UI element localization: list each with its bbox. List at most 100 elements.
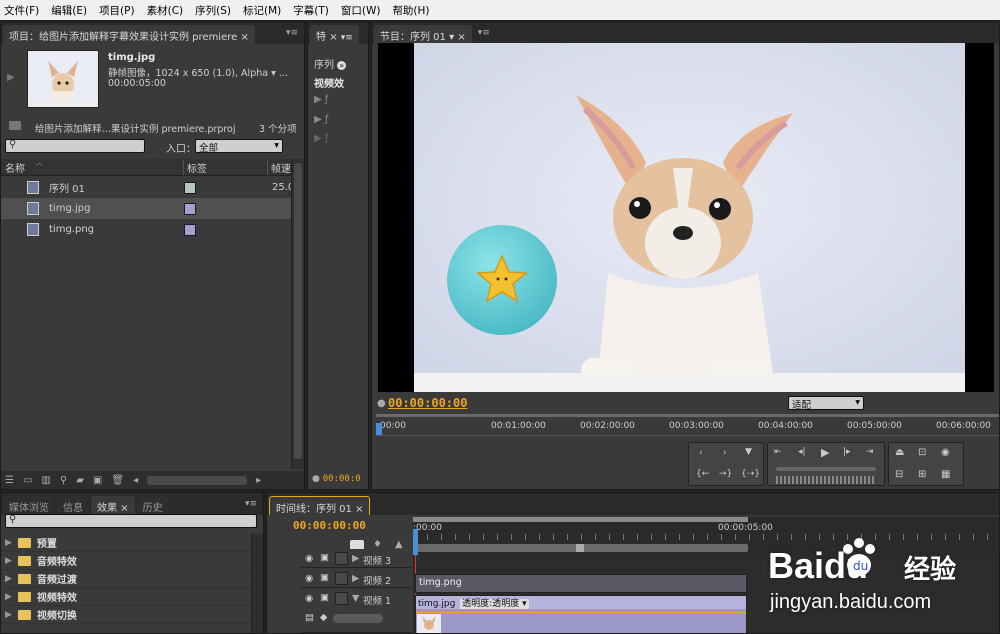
track-target[interactable] (335, 552, 348, 565)
close-icon[interactable]: × (329, 32, 337, 43)
tab-effect-controls[interactable]: 特 × ▾≡ (310, 25, 359, 44)
column-fps[interactable]: 帧速 (267, 159, 291, 175)
clip-v2[interactable]: timg.png (415, 574, 747, 593)
step-forward-marker-icon[interactable]: › (723, 448, 727, 458)
panel-menu-icon[interactable]: ▾≡ (341, 33, 353, 43)
track-target[interactable] (335, 592, 348, 605)
new-item-icon[interactable]: ▣ (93, 475, 102, 486)
expand-arrow-icon[interactable]: ▶ (352, 553, 359, 564)
new-bin-icon[interactable]: ▰ (76, 475, 84, 486)
timeline-timecode[interactable]: 00:00:00:00 (293, 519, 366, 532)
tab-timeline[interactable]: 时间线：序列 01 × (269, 496, 371, 515)
menu-item-1[interactable]: 编辑(E) (51, 3, 87, 18)
close-icon[interactable]: × (355, 504, 363, 515)
step-back-marker-icon[interactable]: ‹ (699, 448, 703, 458)
trash-icon[interactable]: 🗑 (111, 475, 124, 486)
zoom-bar[interactable] (413, 544, 748, 552)
playhead-icon[interactable] (376, 423, 382, 435)
dropdown-arrow-icon[interactable]: ▾ (449, 32, 454, 43)
list-view-icon[interactable]: ☰ (5, 475, 14, 486)
track-target[interactable] (335, 572, 348, 585)
collapse-arrow-icon[interactable]: ▼ (352, 593, 359, 604)
menu-item-5[interactable]: 标记(M) (243, 3, 281, 18)
tab-effects-2[interactable]: 效果 × (91, 496, 135, 515)
step-back-icon[interactable]: ◂| (798, 447, 806, 457)
panel-menu-icon[interactable]: ▾≡ (286, 28, 298, 38)
effects-scrollbar[interactable] (251, 534, 263, 633)
dropdown-arrow-icon[interactable]: ▾ (271, 68, 276, 79)
play-icon[interactable]: ▶ (821, 446, 829, 459)
fit-select[interactable]: 适配 ▾ (788, 396, 864, 411)
effects-folder[interactable]: ▶ 视频切换 (1, 606, 249, 624)
tab-effects-3[interactable]: 历史 (136, 496, 169, 515)
lock-icon[interactable]: ▣ (320, 552, 329, 563)
panel-menu-icon[interactable]: ▾≡ (478, 28, 490, 38)
keyframe-nav-bar[interactable] (333, 614, 383, 623)
automate-icon[interactable]: ▥ (41, 475, 50, 486)
go-to-out-icon[interactable]: ⇥ (866, 447, 874, 457)
eye-icon[interactable]: ◉ (305, 553, 313, 564)
menu-item-3[interactable]: 素材(C) (147, 3, 184, 18)
close-icon[interactable]: × (457, 32, 465, 43)
tab-program[interactable]: 节目：序列 01 ▾ × (374, 25, 472, 44)
zoom-handle[interactable] (576, 544, 584, 552)
shuttle-slider[interactable] (776, 467, 876, 471)
track-header[interactable]: ◉ ▣ ▶ 视频 2 (301, 569, 411, 588)
column-label[interactable]: 标签 (183, 159, 207, 175)
horizontal-scrollbar[interactable] (147, 475, 248, 485)
lift-icon[interactable]: ⏏ (895, 447, 904, 458)
label-swatch[interactable] (184, 223, 196, 236)
menu-item-2[interactable]: 项目(P) (99, 3, 135, 18)
close-icon[interactable]: × (120, 503, 128, 514)
mark-clip-icon[interactable]: {⇢} (741, 469, 760, 479)
keyframe-nav-icon[interactable]: ◆ (320, 612, 327, 623)
clip-fx-dropdown[interactable]: 透明度:透明度 ▾ (460, 599, 529, 609)
mark-in-icon[interactable]: {← (696, 469, 709, 479)
output-icon[interactable]: ◉ (941, 447, 950, 458)
label-swatch[interactable] (184, 181, 196, 194)
lock-icon[interactable]: ▣ (320, 592, 329, 603)
tab-project[interactable]: 项目：给图片添加解释字幕效果设计实例 premiere × (3, 25, 255, 44)
expand-arrow-icon[interactable]: ▶ (352, 573, 359, 584)
icon-view-icon[interactable]: ▭ (23, 475, 32, 486)
tab-effects-0[interactable]: 媒体浏览 (3, 496, 55, 515)
column-name[interactable]: 名称 (5, 160, 25, 175)
find-icon[interactable]: ⚲ (60, 475, 67, 486)
scroll-thumb[interactable] (294, 163, 302, 459)
menu-item-8[interactable]: 帮助(H) (392, 3, 429, 18)
go-to-in-icon[interactable]: ⇤ (774, 447, 782, 457)
export-frame-icon[interactable]: ▦ (941, 469, 950, 480)
work-area-bar[interactable] (413, 517, 748, 522)
keyframe-display-icon[interactable]: ▤ (305, 612, 314, 623)
scroll-left-icon[interactable]: ◂ (133, 475, 138, 486)
project-scrollbar[interactable] (291, 159, 304, 469)
project-item[interactable]: 序列 01 25.0 (1, 177, 294, 198)
expand-arrow-icon[interactable]: ▶ (5, 592, 12, 602)
menu-item-0[interactable]: 文件(F) (4, 3, 39, 18)
project-item[interactable]: timg.jpg (1, 198, 291, 219)
program-timecode[interactable]: 00:00:00:00 (388, 396, 467, 410)
playhead-icon[interactable] (413, 529, 418, 555)
clip-v1[interactable]: timg.jpg 透明度:透明度 ▾ (415, 595, 747, 633)
effects-folder[interactable]: ▶ 音频过渡 (1, 570, 249, 588)
panel-menu-icon[interactable]: ▾≡ (245, 499, 257, 509)
scroll-right-icon[interactable]: ▸ (256, 475, 261, 486)
close-icon[interactable]: × (240, 32, 248, 43)
eye-icon[interactable]: ◉ (305, 593, 313, 604)
set-marker-icon[interactable]: ▼ (745, 447, 752, 457)
expand-arrow-icon[interactable]: ▶ (5, 610, 12, 620)
expand-arrow-icon[interactable]: ▶ (5, 574, 12, 584)
lock-icon[interactable]: ▣ (320, 572, 329, 583)
mark-out-icon[interactable]: →} (719, 469, 732, 479)
project-item[interactable]: timg.png (1, 219, 291, 240)
trim-icon[interactable]: ⊞ (918, 469, 926, 480)
expand-arrow-icon[interactable]: ▶ (5, 538, 12, 548)
fx-row-1[interactable]: ▶ ƒ (314, 94, 328, 105)
effects-folder[interactable]: ▶ 预置 (1, 534, 249, 552)
extract-icon[interactable]: ⊟ (895, 469, 903, 480)
menu-item-7[interactable]: 窗口(W) (341, 3, 381, 18)
label-swatch[interactable] (184, 202, 196, 215)
play-icon[interactable]: ▶ (7, 72, 15, 83)
track-header[interactable]: ◉ ▣ ▼ 视频 1 ▤ ◆ (301, 589, 411, 633)
menu-item-6[interactable]: 字幕(T) (293, 3, 329, 18)
